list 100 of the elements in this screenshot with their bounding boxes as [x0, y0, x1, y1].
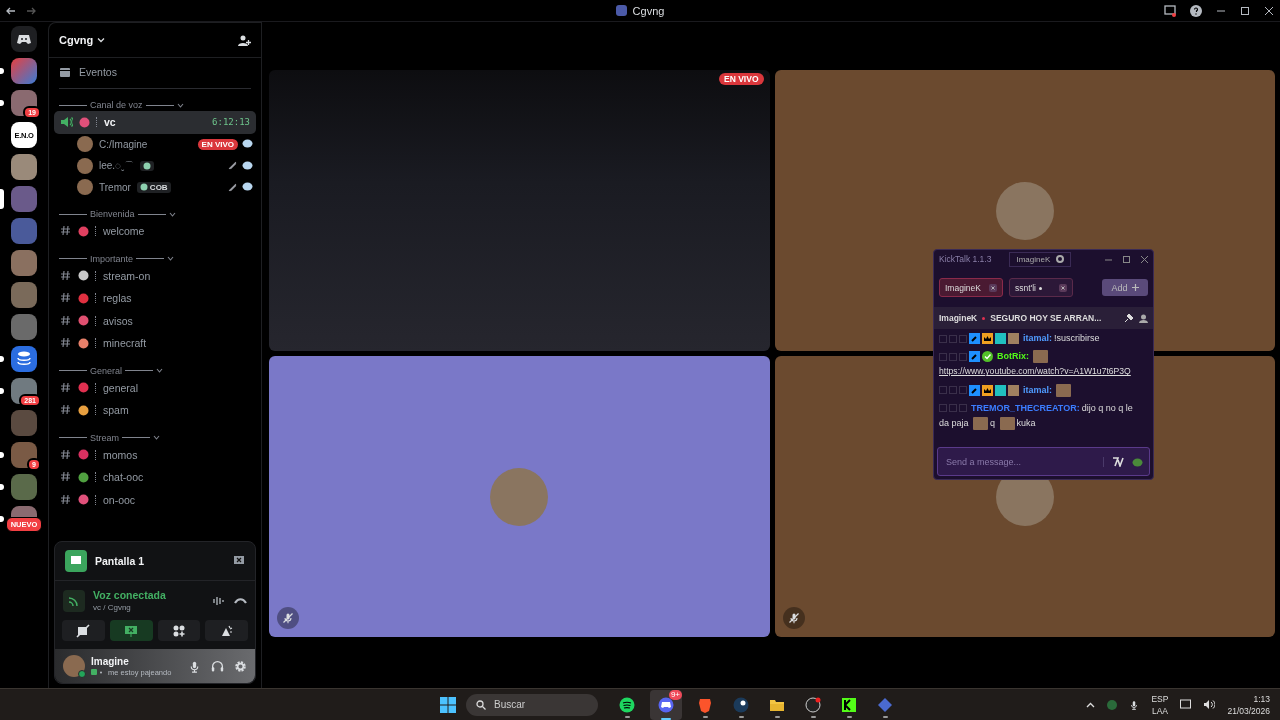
pinned-user: ImagineK [939, 313, 978, 323]
server-photo-placeholder[interactable] [11, 442, 37, 468]
message-input[interactable]: Send a message... [944, 455, 1103, 468]
user-tile[interactable] [269, 356, 770, 637]
maximize-icon[interactable] [1123, 255, 1130, 263]
user-avatar[interactable] [63, 655, 85, 677]
voice-location[interactable]: vc / Cgvng [93, 603, 166, 612]
pin-icon[interactable] [1124, 313, 1133, 323]
text-channel[interactable]: stream-on [54, 264, 256, 287]
emoji-icon [78, 292, 89, 304]
noise-icon[interactable] [212, 594, 224, 607]
message-composer[interactable]: Send a message... [937, 447, 1150, 476]
member-name[interactable]: C:/Imagine [99, 138, 148, 150]
close-icon[interactable] [1059, 283, 1067, 292]
category-name[interactable]: General [90, 365, 123, 376]
language-indicator[interactable]: ESP LAA [1151, 693, 1169, 716]
channel-name: reglas [103, 292, 132, 305]
voice-status[interactable]: Voz conectada [93, 589, 166, 601]
account-tab[interactable]: ImagineK [1009, 251, 1072, 267]
headphones-icon[interactable] [211, 659, 224, 673]
text-channel[interactable]: reglas [54, 287, 256, 310]
stream-tile[interactable]: EN VIVO [269, 70, 770, 351]
chevron-down-icon[interactable] [153, 434, 160, 441]
close-icon[interactable] [1141, 255, 1148, 263]
avatar [77, 179, 93, 196]
member-name[interactable]: Tremor [99, 181, 131, 193]
server-icon[interactable] [11, 346, 37, 372]
microphone-icon[interactable] [188, 659, 201, 673]
chat-username[interactable]: TREMOR_THECREATOR: [971, 402, 1080, 413]
category-name[interactable]: Stream [90, 432, 119, 443]
server-photo-placeholder[interactable] [11, 154, 37, 180]
controller-icon [16, 33, 32, 45]
volume-icon[interactable] [1203, 699, 1216, 710]
start-icon[interactable] [440, 696, 456, 713]
camera-button[interactable] [62, 620, 105, 641]
back-arrow-icon[interactable] [6, 5, 16, 16]
add-member-icon[interactable] [238, 33, 251, 47]
emote-menu-icon[interactable] [1112, 456, 1124, 467]
text-channel[interactable]: momos [54, 443, 256, 466]
chevron-down-icon[interactable] [167, 255, 175, 262]
close-icon[interactable] [1264, 5, 1274, 16]
chat-username[interactable]: itamal: [1023, 384, 1052, 395]
help-icon[interactable] [1190, 4, 1202, 17]
text-channel[interactable]: avisos [54, 309, 256, 332]
online-status-icon [78, 670, 86, 678]
member-name[interactable]: lee.◌ˬ⌒ [99, 158, 135, 173]
database-icon [17, 351, 31, 367]
chat-username[interactable]: itamal: [1023, 333, 1052, 344]
screen-button[interactable] [109, 620, 153, 641]
hash-icon [60, 337, 71, 349]
hash-icon [60, 314, 71, 326]
status-icon[interactable] [1107, 699, 1118, 710]
user-icon[interactable] [1139, 313, 1148, 323]
settings-icon[interactable] [234, 659, 247, 673]
text-channel[interactable]: on-ooc [54, 488, 256, 511]
chat-tab[interactable]: ImagineK [939, 278, 1003, 297]
close-icon[interactable] [989, 283, 997, 292]
status-emoji-icon [91, 668, 105, 676]
forward-arrow-icon[interactable] [26, 5, 36, 16]
add-button[interactable]: Add [1102, 279, 1148, 296]
text-channel[interactable]: chat-ooc [54, 466, 256, 489]
hash-icon [60, 269, 71, 281]
message-text: kuka [1016, 417, 1036, 428]
chat-tab[interactable]: ssnt'li [1009, 278, 1073, 297]
guild-tag: COB [136, 181, 171, 193]
text-channel[interactable]: minecraft [54, 332, 256, 355]
hash-icon [60, 225, 71, 237]
stream-title: Pantalla 1 [95, 555, 145, 567]
obs-icon [805, 696, 821, 713]
frog-emoji-icon[interactable] [1132, 456, 1143, 467]
chevron-down-icon[interactable] [168, 210, 176, 218]
popout-icon[interactable] [233, 555, 245, 567]
events-link[interactable]: Eventos [79, 66, 117, 78]
microphone-icon[interactable] [1129, 698, 1140, 711]
soundboard-button[interactable] [205, 620, 248, 641]
chevron-down-icon[interactable] [176, 101, 184, 109]
clock[interactable]: 1:13 21/03/2026 [1227, 693, 1270, 716]
category-name[interactable]: Canal de voz [90, 100, 143, 110]
text-channel[interactable]: spam [54, 399, 256, 422]
inbox-icon[interactable] [1164, 4, 1176, 17]
channel-name: chat-ooc [103, 471, 144, 484]
discord-app[interactable]: 9+ [650, 689, 682, 720]
chevron-down-icon[interactable] [156, 367, 164, 374]
maximize-icon[interactable] [1240, 5, 1250, 16]
chevron-up-icon[interactable] [1086, 701, 1096, 708]
category-name[interactable]: Importante [90, 253, 134, 264]
text-channel[interactable]: welcome [54, 220, 256, 243]
text-channel[interactable]: general [54, 376, 256, 399]
category-name[interactable]: Bienvenida [90, 209, 135, 219]
activities-button[interactable] [157, 620, 201, 641]
search-field[interactable]: Buscar [466, 693, 598, 716]
chat-username[interactable]: BotRix: [997, 351, 1029, 362]
server-photo-placeholder[interactable] [11, 90, 37, 116]
emote-placeholder [1033, 350, 1048, 364]
chat-link[interactable]: https://www.youtube.com/watch?v=A1W1u7t6P3Q [939, 366, 1131, 377]
live-dot-icon [982, 316, 986, 320]
voice-channel[interactable]: vc 6:12:13 [54, 111, 256, 134]
home-button[interactable] [11, 26, 37, 52]
display-icon[interactable] [1180, 699, 1192, 710]
server-name[interactable]: Cgvng [59, 34, 94, 46]
